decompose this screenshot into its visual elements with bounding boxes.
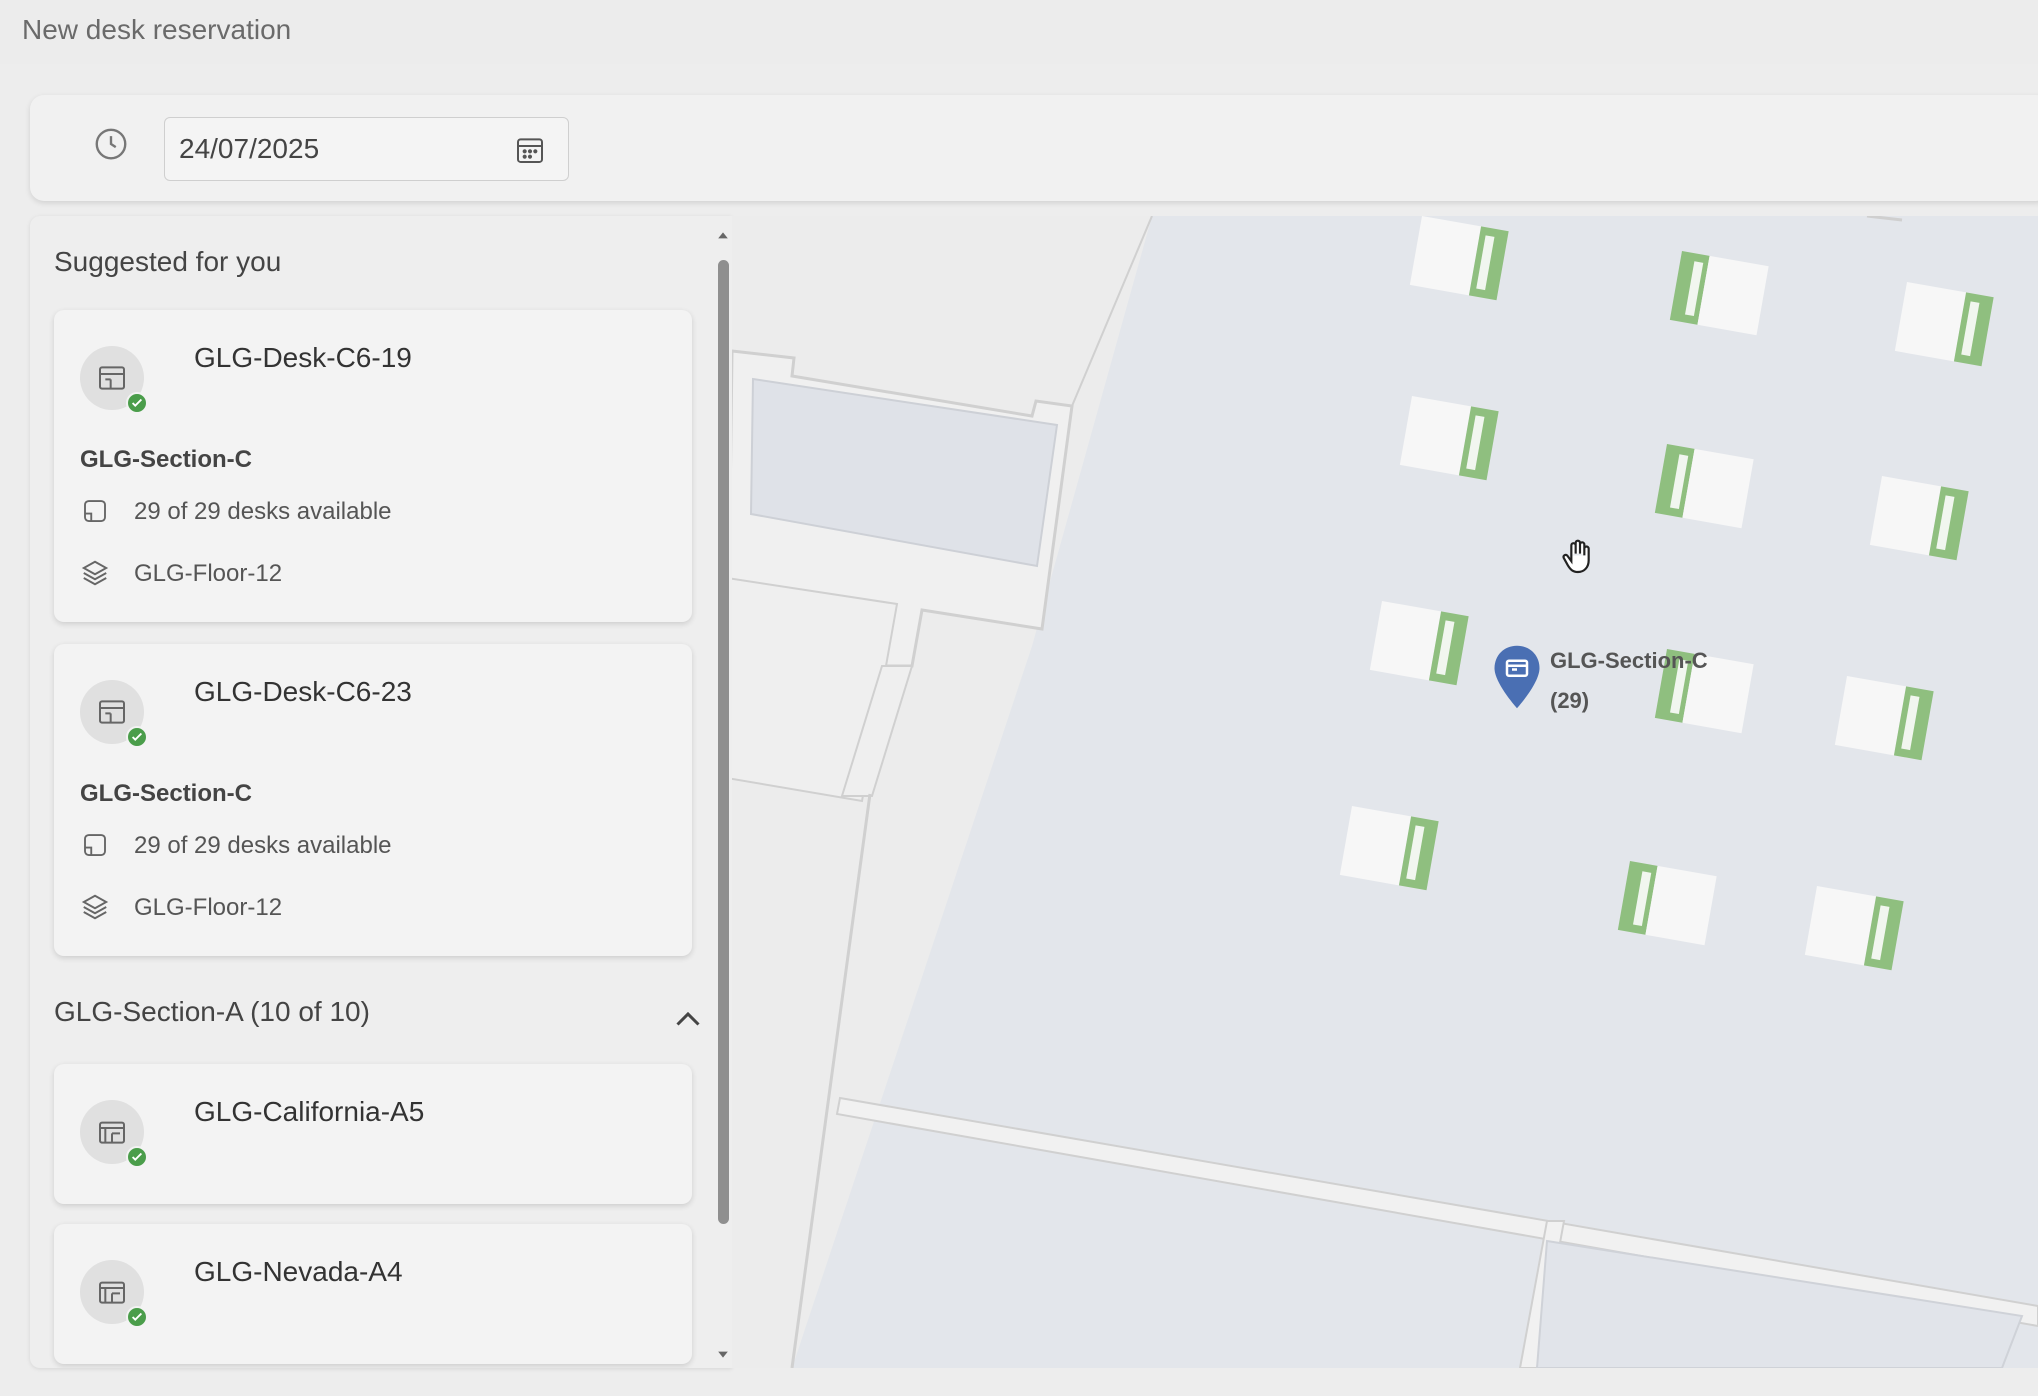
available-check-icon bbox=[126, 726, 148, 748]
available-check-icon bbox=[126, 1146, 148, 1168]
available-check-icon bbox=[126, 1306, 148, 1328]
desk-section: GLG-Section-C bbox=[80, 446, 252, 473]
chevron-up-icon[interactable] bbox=[670, 1002, 706, 1038]
desk-title: GLG-Nevada-A4 bbox=[194, 1256, 403, 1287]
date-field[interactable] bbox=[164, 117, 569, 181]
room-icon bbox=[99, 1281, 125, 1304]
availability-text: 29 of 29 desks available bbox=[134, 832, 392, 859]
desk-avatar bbox=[80, 680, 148, 748]
desk-list-panel: Suggested for you GLG-Desk-C6-19 GLG-Sec… bbox=[30, 216, 732, 1368]
desk-title: GLG-Desk-C6-23 bbox=[194, 676, 412, 707]
suggested-heading: Suggested for you bbox=[54, 246, 282, 277]
desk-icon bbox=[99, 366, 125, 390]
desk-avatar bbox=[80, 346, 148, 414]
desk-avatar bbox=[80, 1260, 148, 1328]
section-pin-name: GLG-Section-C bbox=[1550, 648, 1708, 673]
floor-map[interactable]: GLG-Section-C (29) bbox=[732, 216, 2038, 1368]
page-header: New desk reservation bbox=[0, 0, 2038, 64]
desk-card[interactable]: GLG-Nevada-A4 bbox=[54, 1224, 692, 1364]
desk-title: GLG-California-A5 bbox=[194, 1096, 425, 1127]
desk-list: Suggested for you GLG-Desk-C6-19 GLG-Sec… bbox=[30, 216, 714, 1368]
desk-count-icon bbox=[84, 834, 106, 856]
layers-icon bbox=[81, 560, 109, 586]
available-check-icon bbox=[126, 392, 148, 414]
calendar-icon[interactable] bbox=[514, 134, 546, 166]
floor-text: GLG-Floor-12 bbox=[134, 560, 283, 587]
list-scrollbar[interactable] bbox=[714, 216, 732, 1368]
desk-card[interactable]: GLG-Desk-C6-19 GLG-Section-C 29 of 29 de… bbox=[54, 310, 692, 622]
floor-plan bbox=[732, 216, 2038, 1368]
availability-text: 29 of 29 desks available bbox=[134, 498, 392, 525]
layers-icon bbox=[81, 894, 109, 920]
desk-card[interactable]: GLG-California-A5 bbox=[54, 1064, 692, 1204]
desk-count-icon bbox=[84, 500, 106, 522]
section-pin-label[interactable]: GLG-Section-C (29) bbox=[1550, 641, 1708, 721]
section-pin-count: (29) bbox=[1550, 688, 1590, 713]
hand-cursor-icon bbox=[1562, 539, 1590, 574]
date-toolbar bbox=[30, 95, 2038, 201]
page-title: New desk reservation bbox=[22, 14, 292, 45]
desk-section: GLG-Section-C bbox=[80, 780, 252, 807]
section-location-pin-icon[interactable] bbox=[1492, 644, 1542, 710]
room-icon bbox=[99, 1121, 125, 1144]
clock-icon bbox=[95, 128, 127, 160]
desk-card[interactable]: GLG-Desk-C6-23 GLG-Section-C 29 of 29 de… bbox=[54, 644, 692, 956]
section-a-heading[interactable]: GLG-Section-A (10 of 10) bbox=[54, 996, 370, 1028]
desk-title: GLG-Desk-C6-19 bbox=[194, 342, 412, 373]
scroll-down-arrow-icon[interactable] bbox=[717, 1348, 729, 1360]
date-input[interactable] bbox=[179, 118, 499, 180]
scroll-up-arrow-icon[interactable] bbox=[717, 230, 729, 242]
floor-text: GLG-Floor-12 bbox=[134, 894, 283, 921]
desk-avatar bbox=[80, 1100, 148, 1168]
desk-icon bbox=[99, 700, 125, 724]
scroll-thumb[interactable] bbox=[718, 260, 729, 1224]
